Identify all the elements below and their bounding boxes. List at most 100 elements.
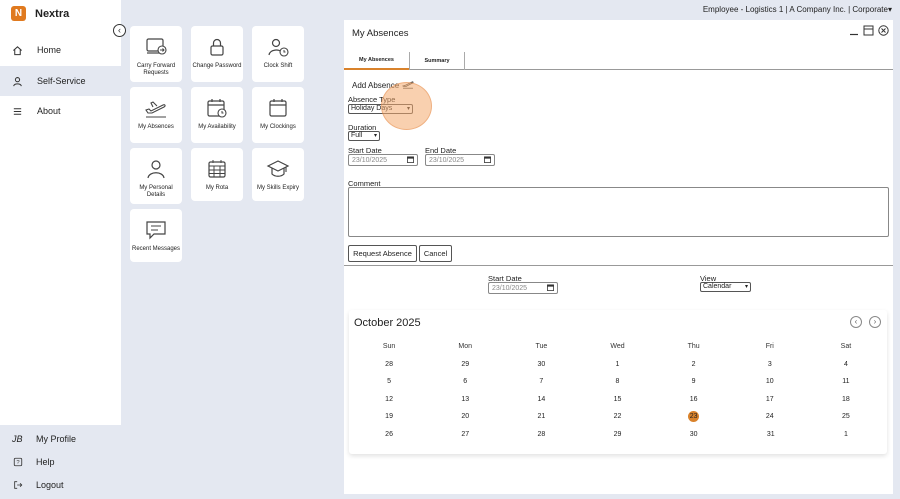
- calendar-day[interactable]: 28: [503, 431, 579, 438]
- tile-my-clockings[interactable]: My Clockings: [252, 87, 304, 143]
- sidebar-item-home[interactable]: Home: [0, 35, 121, 65]
- calendar-day[interactable]: 25: [808, 413, 884, 420]
- selected-day-marker: 23: [688, 411, 700, 423]
- calendar-day[interactable]: 1: [808, 431, 884, 438]
- tile-clock-shift[interactable]: Clock Shift: [252, 26, 304, 82]
- sidebar-item-my-profile[interactable]: JB My Profile: [0, 429, 121, 449]
- absence-type-value: Holiday Days: [351, 105, 393, 112]
- calendar-day-number: 14: [537, 395, 546, 403]
- add-absence-label: Add Absence: [352, 80, 400, 90]
- logout-icon: [12, 480, 23, 491]
- tile-carry-forward-requests[interactable]: Carry Forward Requests: [130, 26, 182, 82]
- filter-start-date-input[interactable]: 23/10/2025: [488, 282, 558, 294]
- calendar-day[interactable]: 22: [579, 413, 655, 420]
- sidebar: N Nextra Home Self-Service About JB My P…: [0, 0, 121, 499]
- duration-select[interactable]: Full ▾: [348, 131, 380, 141]
- tile-my-absences[interactable]: My Absences: [130, 87, 182, 143]
- calendar-clock-icon: [204, 95, 230, 121]
- calendar-day[interactable]: 5: [351, 378, 427, 385]
- calendar-picker-icon: [547, 283, 554, 293]
- sidebar-item-self-service[interactable]: Self-Service: [0, 66, 121, 96]
- calendar-week-row: 5 6 7 8 9 10 11: [351, 373, 884, 391]
- tab-summary[interactable]: Summary: [409, 52, 465, 70]
- calendar-day-number: 6: [463, 378, 468, 386]
- menu-icon: [12, 106, 23, 117]
- calendar-day[interactable]: 14: [503, 396, 579, 403]
- calendar-day[interactable]: 29: [579, 431, 655, 438]
- calendar-day[interactable]: 18: [808, 396, 884, 403]
- cancel-button[interactable]: Cancel: [419, 245, 452, 262]
- tile-change-password[interactable]: Change Password: [191, 26, 243, 82]
- calendar-day-number: 30: [537, 360, 546, 368]
- minimize-icon[interactable]: [849, 23, 859, 41]
- sidebar-item-logout[interactable]: Logout: [0, 475, 121, 495]
- calendar-day[interactable]: 7: [503, 378, 579, 385]
- calendar-day[interactable]: 11: [808, 378, 884, 385]
- context-text: Employee - Logistics 1 | A Company Inc. …: [702, 5, 888, 14]
- chevron-down-icon: ▾: [406, 106, 410, 112]
- tile-label: My Clockings: [260, 124, 296, 130]
- calendar-day[interactable]: 16: [656, 396, 732, 403]
- context-selector[interactable]: Employee - Logistics 1 | A Company Inc. …: [703, 5, 892, 14]
- calendar-day[interactable]: 3: [732, 361, 808, 368]
- absence-type-select[interactable]: Holiday Days ▾: [348, 104, 413, 114]
- sidebar-item-label: Home: [37, 45, 62, 55]
- calendar-day[interactable]: 13: [427, 396, 503, 403]
- sidebar-item-help[interactable]: ? Help: [0, 452, 121, 472]
- calendar-day[interactable]: 9: [656, 378, 732, 385]
- calendar-day-number: 13: [461, 395, 470, 403]
- collapse-sidebar-button[interactable]: ‹: [113, 24, 126, 37]
- tile-my-personal-details[interactable]: My Personal Details: [130, 148, 182, 204]
- tile-recent-messages[interactable]: Recent Messages: [130, 209, 182, 262]
- calendar-day[interactable]: 20: [427, 413, 503, 420]
- tab-my-absences[interactable]: My Absences: [344, 52, 409, 70]
- calendar-day[interactable]: 17: [732, 396, 808, 403]
- calendar-day[interactable]: 26: [351, 431, 427, 438]
- calendar-day[interactable]: 30: [503, 361, 579, 368]
- add-absence-header[interactable]: Add Absence: [352, 79, 414, 91]
- calendar-week-row: 19 20 21 22 23 24 25: [351, 408, 884, 426]
- start-date-input[interactable]: 23/10/2025: [348, 154, 418, 166]
- clock-shift-icon: [265, 34, 291, 60]
- close-icon[interactable]: [878, 23, 889, 41]
- weekday-label: Tue: [535, 343, 548, 351]
- calendar-day[interactable]: 24: [732, 413, 808, 420]
- calendar-day[interactable]: 31: [732, 431, 808, 438]
- end-date-input[interactable]: 23/10/2025: [425, 154, 495, 166]
- tile-my-skills-expiry[interactable]: My Skills Expiry: [252, 148, 304, 201]
- calendar-day[interactable]: 30: [656, 431, 732, 438]
- calendar-day-number: 1: [615, 360, 620, 368]
- calendar-day-number: 15: [613, 395, 622, 403]
- calendar-picker-icon: [484, 155, 491, 165]
- sidebar-item-about[interactable]: About: [0, 96, 121, 126]
- view-select[interactable]: Calendar ▾: [700, 282, 751, 292]
- brand: N Nextra: [11, 6, 69, 21]
- calendar-day[interactable]: 8: [579, 378, 655, 385]
- calendar-day[interactable]: 27: [427, 431, 503, 438]
- comment-textarea[interactable]: [348, 187, 889, 237]
- previous-month-icon[interactable]: ‹: [850, 316, 862, 328]
- tile-label: My Skills Expiry: [256, 185, 299, 191]
- tile-label: Recent Messages: [131, 246, 181, 252]
- calendar-day-number: 11: [842, 378, 850, 386]
- tile-my-rota[interactable]: My Rota: [191, 148, 243, 201]
- tile-my-availability[interactable]: My Availability: [191, 87, 243, 143]
- next-month-icon[interactable]: ›: [869, 316, 881, 328]
- calendar-day[interactable]: 12: [351, 396, 427, 403]
- request-absence-button[interactable]: Request Absence: [348, 245, 417, 262]
- calendar-day[interactable]: 28: [351, 361, 427, 368]
- calendar-day-number: 8: [615, 378, 620, 386]
- calendar-day[interactable]: 19: [351, 413, 427, 420]
- calendar-day[interactable]: 23: [656, 411, 732, 423]
- calendar-day[interactable]: 4: [808, 361, 884, 368]
- calendar-week-row: 26 27 28 29 30 31 1: [351, 426, 884, 444]
- calendar-day[interactable]: 10: [732, 378, 808, 385]
- calendar-day[interactable]: 6: [427, 378, 503, 385]
- calendar-day[interactable]: 15: [579, 396, 655, 403]
- calendar-day[interactable]: 29: [427, 361, 503, 368]
- calendar-day[interactable]: 21: [503, 413, 579, 420]
- calendar-day[interactable]: 2: [656, 361, 732, 368]
- calendar-day[interactable]: 1: [579, 361, 655, 368]
- calendar-day-number: 26: [385, 430, 393, 438]
- maximize-icon[interactable]: [863, 23, 874, 41]
